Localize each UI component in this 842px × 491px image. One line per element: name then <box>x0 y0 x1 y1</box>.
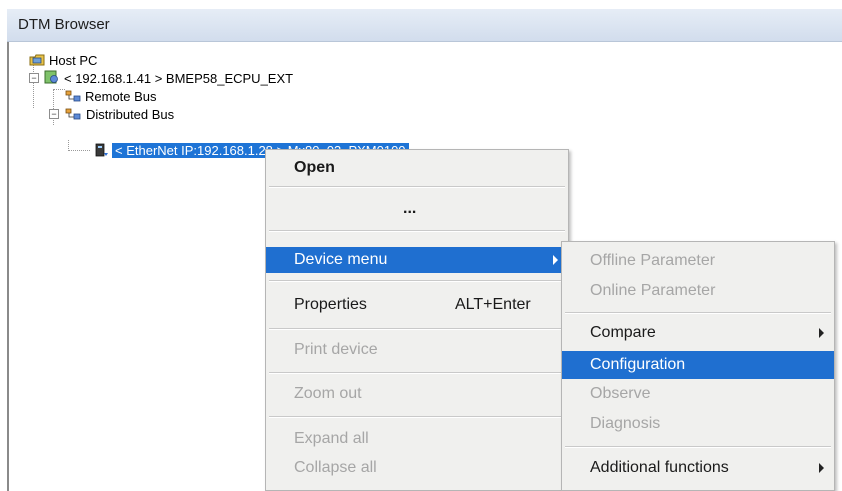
expand-icon[interactable]: − <box>49 109 59 119</box>
expand-icon[interactable]: − <box>29 73 39 83</box>
tree-label: Host PC <box>49 53 98 68</box>
device-submenu: Offline Parameter Online Parameter Compa… <box>561 241 835 491</box>
menu-item-online-parameter[interactable]: Online Parameter <box>562 280 834 304</box>
menu-label: ... <box>403 200 417 217</box>
menu-item-properties[interactable]: Properties ALT+Enter <box>266 294 568 318</box>
bus-icon <box>65 90 81 102</box>
menu-item-diagnosis[interactable]: Diagnosis <box>562 413 834 437</box>
menu-separator <box>269 230 565 232</box>
menu-separator <box>269 280 565 282</box>
submenu-arrow-icon <box>819 463 824 473</box>
bus-icon <box>65 108 81 120</box>
menu-item-print-device[interactable]: Print device <box>266 339 568 363</box>
submenu-arrow-icon <box>553 255 558 265</box>
menu-label: Additional functions <box>590 459 729 476</box>
menu-item-offline-parameter[interactable]: Offline Parameter <box>562 250 834 274</box>
menu-label: Offline Parameter <box>590 252 716 269</box>
menu-item-zoom-out[interactable]: Zoom out <box>266 383 568 407</box>
menu-item-compare[interactable]: Compare <box>562 322 834 346</box>
properties-shortcut: ALT+Enter <box>455 296 531 313</box>
menu-separator <box>269 416 565 418</box>
title-bar: DTM Browser <box>7 9 842 42</box>
tree-item-remote-bus[interactable]: Remote Bus <box>65 88 225 105</box>
tree-line <box>53 89 65 90</box>
menu-label: Configuration <box>590 356 686 373</box>
menu-label: Device menu <box>294 251 388 268</box>
menu-item-open[interactable]: Open <box>266 158 568 180</box>
menu-item-configuration[interactable]: Configuration <box>562 351 834 379</box>
host-pc-icon <box>29 54 45 66</box>
menu-item-observe[interactable]: Observe <box>562 383 834 407</box>
menu-label: Compare <box>590 324 656 341</box>
menu-label: Diagnosis <box>590 415 661 432</box>
menu-separator <box>269 372 565 374</box>
menu-label: Collapse all <box>294 459 377 476</box>
context-menu: Open ... Device menu Properties ALT+Ente… <box>265 149 569 491</box>
submenu-arrow-icon <box>819 328 824 338</box>
tree-line <box>68 150 90 151</box>
menu-label: Expand all <box>294 430 369 447</box>
menu-item-additional-functions[interactable]: Additional functions <box>562 457 834 481</box>
menu-label: Observe <box>590 385 651 402</box>
tree-item-distributed-bus[interactable]: − Distributed Bus <box>49 106 249 123</box>
menu-label: Print device <box>294 341 378 358</box>
menu-label: Zoom out <box>294 385 362 402</box>
menu-item-collapse-all[interactable]: Collapse all <box>266 457 568 481</box>
menu-item-expand-all[interactable]: Expand all <box>266 428 568 452</box>
menu-label: Online Parameter <box>590 282 716 299</box>
menu-item-device-menu[interactable]: Device menu <box>266 247 568 273</box>
menu-separator <box>565 312 831 314</box>
tree-item-host-pc[interactable]: Host PC <box>29 52 229 69</box>
menu-label: Open <box>294 159 335 176</box>
cpu-icon <box>44 70 58 84</box>
tree-label: Distributed Bus <box>86 107 175 122</box>
menu-separator <box>269 186 565 188</box>
menu-separator <box>565 446 831 448</box>
device-icon <box>95 143 108 157</box>
tree-label: < 192.168.1.41 > BMEP58_ECPU_EXT <box>64 71 294 86</box>
menu-separator <box>269 328 565 330</box>
tree-item-cpu[interactable]: − < 192.168.1.41 > BMEP58_ECPU_EXT <box>29 70 349 87</box>
menu-label: Properties <box>294 296 367 313</box>
menu-item-ellipsis[interactable]: ... <box>266 200 568 222</box>
tree-label: Remote Bus <box>85 89 157 104</box>
window-title: DTM Browser <box>18 16 110 33</box>
